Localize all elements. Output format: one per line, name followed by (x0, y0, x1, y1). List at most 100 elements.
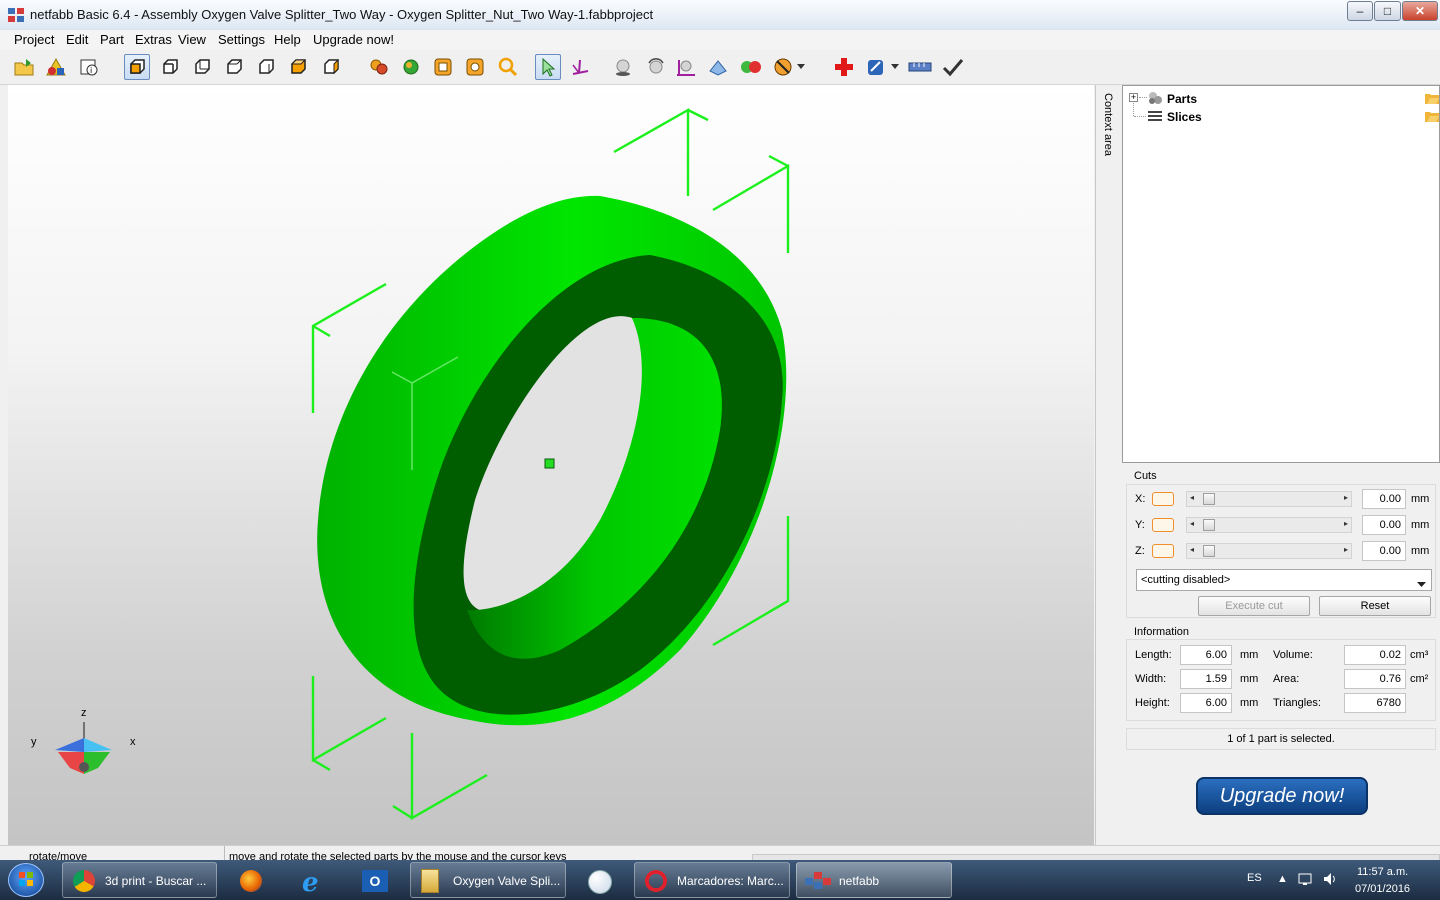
3d-viewport[interactable]: z y x (8, 85, 1094, 845)
tree-item-slices[interactable]: Slices (1167, 110, 1202, 124)
cut-x-slider[interactable]: ◂ ▸ (1186, 491, 1352, 507)
taskbar-chrome[interactable]: 3d print - Buscar ... (62, 862, 217, 898)
taskbar-opera[interactable]: Marcadores: Marc... (634, 862, 790, 898)
clock-date[interactable]: 07/01/2016 (1355, 883, 1410, 895)
cuts-title: Cuts (1134, 470, 1157, 482)
taskbar-netfabb-label: netfabb (839, 874, 880, 888)
taskbar-paint[interactable] (573, 862, 627, 898)
reset-cut-button[interactable]: Reset (1319, 596, 1431, 616)
width-unit: mm (1240, 673, 1259, 685)
measure-axes-button[interactable] (567, 54, 593, 80)
expand-icon[interactable]: + (1129, 93, 1138, 102)
scale-part-button[interactable] (673, 54, 699, 80)
cut-part-button[interactable] (770, 54, 796, 80)
maximize-button[interactable]: □ (1374, 1, 1401, 21)
chevron-down-icon[interactable] (888, 54, 902, 80)
show-hidden-icons-icon[interactable]: ▲ (1277, 873, 1288, 885)
chevron-down-icon[interactable] (794, 54, 808, 80)
length-label: Length: (1135, 649, 1172, 661)
view-front-button[interactable] (157, 54, 183, 80)
cut-y-slider[interactable]: ◂ ▸ (1186, 517, 1352, 533)
windows-taskbar: 3d print - Buscar ... e O Oxygen Valve S… (0, 860, 1440, 900)
checkmark-icon[interactable] (940, 54, 966, 80)
cutting-mode-select[interactable]: <cutting disabled> (1136, 569, 1432, 591)
add-part-button[interactable] (43, 54, 69, 80)
view-right-button[interactable] (253, 54, 279, 80)
cut-x-value[interactable]: 0.00 (1362, 489, 1406, 509)
context-area-tab[interactable]: Context area (1095, 85, 1122, 845)
opera-icon (645, 870, 667, 892)
slices-icon (1147, 110, 1163, 127)
main-toolbar: i (0, 50, 1440, 85)
cut-z-slider[interactable]: ◂ ▸ (1186, 543, 1352, 559)
zoom-box-button[interactable] (430, 54, 456, 80)
taskbar-outlook[interactable]: O (349, 862, 403, 898)
zoom-to-selection-button[interactable] (398, 54, 424, 80)
outlook-icon: O (362, 870, 388, 892)
windows-start-button[interactable] (8, 863, 44, 897)
length-unit: mm (1240, 649, 1259, 661)
part-info-button[interactable]: i (76, 54, 102, 80)
cut-y-value[interactable]: 0.00 (1362, 515, 1406, 535)
report-button[interactable] (863, 54, 889, 80)
menu-part[interactable]: Part (100, 32, 124, 47)
part-center-marker[interactable] (544, 458, 555, 469)
zoom-to-all-button[interactable] (366, 54, 392, 80)
language-indicator[interactable]: ES (1247, 872, 1262, 884)
clock-time[interactable]: 11:57 a.m. (1357, 866, 1408, 878)
paint-palette-icon (588, 870, 612, 894)
taskbar-explorer-folder[interactable]: Oxygen Valve Spli... (410, 862, 566, 898)
parts-icon (1147, 90, 1163, 109)
repair-cross-button[interactable] (831, 54, 857, 80)
menu-settings[interactable]: Settings (218, 32, 265, 47)
menu-edit[interactable]: Edit (66, 32, 88, 47)
ruler-icon[interactable] (907, 54, 933, 80)
rotate-part-button[interactable] (643, 54, 669, 80)
menu-view[interactable]: View (178, 32, 206, 47)
network-icon[interactable] (1298, 872, 1314, 889)
view-top-button[interactable] (285, 54, 311, 80)
menu-project[interactable]: Project (14, 32, 54, 47)
chrome-icon (73, 870, 95, 892)
folder-open-icon[interactable] (1425, 92, 1439, 107)
length-value: 6.00 (1180, 645, 1232, 665)
taskbar-internet-explorer[interactable]: e (287, 862, 341, 898)
volume-icon[interactable] (1323, 872, 1337, 889)
execute-cut-button[interactable]: Execute cut (1198, 596, 1310, 616)
axis-z-label: z (81, 707, 87, 719)
zoom-window-button[interactable] (462, 54, 488, 80)
tree-item-parts[interactable]: Parts (1167, 92, 1197, 106)
close-button[interactable]: ✕ (1402, 1, 1438, 21)
mirror-part-button[interactable] (705, 54, 731, 80)
menu-extras[interactable]: Extras (135, 32, 172, 47)
open-project-button[interactable] (11, 54, 37, 80)
menu-upgrade-now[interactable]: Upgrade now! (313, 32, 394, 47)
minimize-button[interactable]: – (1347, 1, 1373, 21)
taskbar-folder-label: Oxygen Valve Spli... (453, 874, 561, 888)
upgrade-now-button[interactable]: Upgrade now! (1196, 777, 1368, 815)
cutting-mode-value: <cutting disabled> (1141, 574, 1231, 586)
triangles-value: 6780 (1344, 693, 1406, 713)
internet-explorer-icon: e (302, 868, 319, 898)
select-arrow-button[interactable] (535, 54, 561, 80)
cut-z-value[interactable]: 0.00 (1362, 541, 1406, 561)
cut-x-color[interactable] (1152, 492, 1174, 506)
cut-x-unit: mm (1411, 493, 1430, 505)
menu-help[interactable]: Help (274, 32, 301, 47)
repair-part-button[interactable] (738, 54, 764, 80)
folder-open-icon[interactable] (1425, 110, 1439, 125)
volume-label: Volume: (1273, 649, 1313, 661)
taskbar-netfabb[interactable]: netfabb (796, 862, 952, 898)
view-left-button[interactable] (221, 54, 247, 80)
information-title: Information (1134, 626, 1190, 638)
taskbar-firefox[interactable] (225, 862, 279, 898)
part-sphere-button[interactable] (610, 54, 636, 80)
view-back-button[interactable] (189, 54, 215, 80)
view-bottom-button[interactable] (318, 54, 344, 80)
cut-y-color[interactable] (1152, 518, 1174, 532)
magnifier-icon[interactable] (495, 54, 521, 80)
view-default-button[interactable] (124, 54, 150, 80)
context-area-label: Context area (1102, 93, 1114, 156)
cut-z-color[interactable] (1152, 544, 1174, 558)
volume-value: 0.02 (1344, 645, 1406, 665)
